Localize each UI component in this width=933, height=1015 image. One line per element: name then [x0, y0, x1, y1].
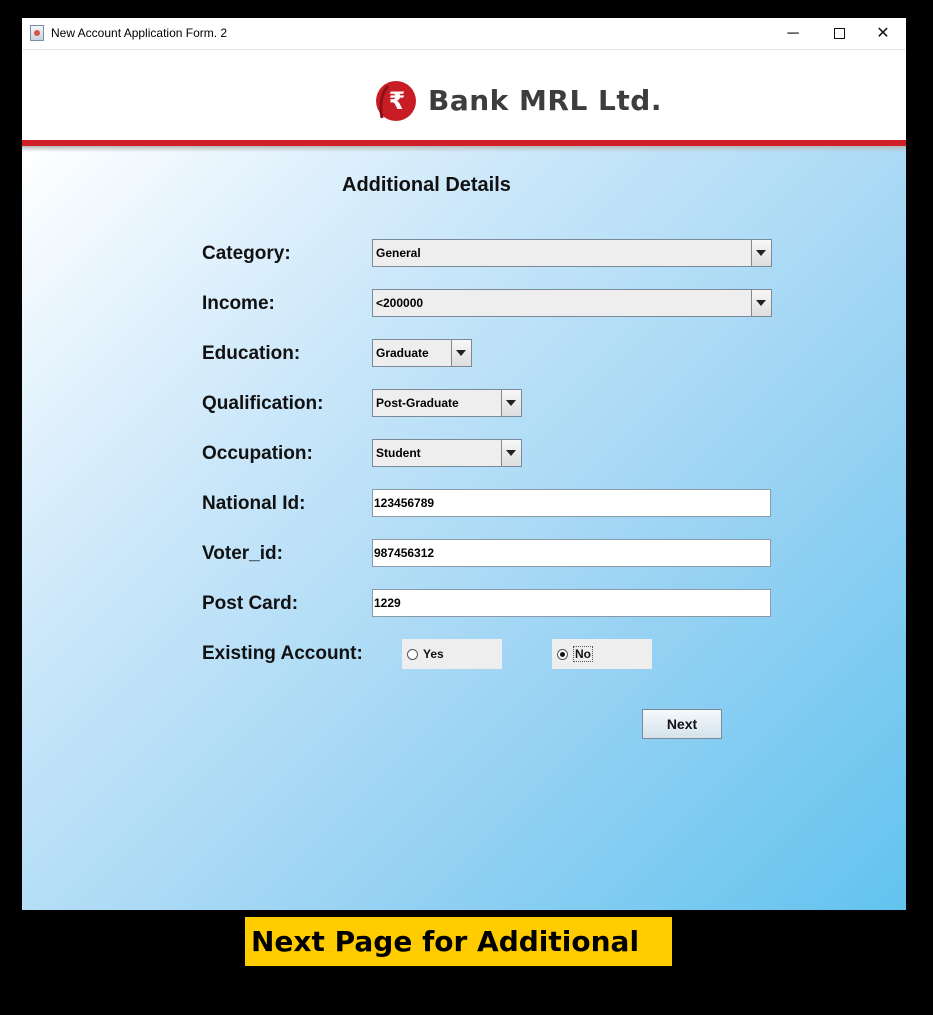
income-value: <200000: [376, 296, 424, 310]
category-dropdown[interactable]: General: [372, 239, 772, 267]
voter-id-input[interactable]: [373, 541, 764, 565]
education-label: Education:: [202, 343, 301, 364]
qualification-label: Qualification:: [202, 393, 324, 414]
voter-id-field[interactable]: [372, 539, 771, 567]
post-card-input[interactable]: [373, 591, 764, 615]
rupee-logo-icon: ₹: [376, 81, 416, 121]
qualification-value: Post-Graduate: [376, 396, 459, 410]
radio-unchecked-icon[interactable]: [407, 649, 418, 660]
occupation-value: Student: [376, 446, 421, 460]
income-label: Income:: [202, 293, 275, 314]
existing-account-yes-radio[interactable]: Yes: [402, 639, 502, 669]
chevron-down-icon[interactable]: [501, 440, 521, 466]
radio-checked-icon[interactable]: [557, 649, 568, 660]
java-app-icon: [30, 25, 44, 41]
application-window: New Account Application Form. 2 ─ ✕ ₹ Ba…: [22, 18, 906, 910]
category-value: General: [376, 246, 421, 260]
next-button[interactable]: Next: [642, 709, 722, 739]
svg-text:₹: ₹: [389, 87, 406, 115]
maximize-button[interactable]: [816, 18, 862, 49]
chevron-down-icon[interactable]: [751, 290, 771, 316]
close-button[interactable]: ✕: [860, 18, 906, 49]
income-dropdown[interactable]: <200000: [372, 289, 772, 317]
title-bar: New Account Application Form. 2 ─ ✕: [22, 18, 906, 50]
yes-option-label: Yes: [423, 647, 444, 661]
national-id-label: National Id:: [202, 493, 306, 514]
chevron-down-icon[interactable]: [751, 240, 771, 266]
national-id-input[interactable]: [373, 491, 764, 515]
existing-account-label: Existing Account:: [202, 643, 363, 664]
no-option-label: No: [573, 646, 593, 662]
chevron-down-icon[interactable]: [451, 340, 471, 366]
education-value: Graduate: [376, 346, 429, 360]
chevron-down-icon[interactable]: [501, 390, 521, 416]
occupation-label: Occupation:: [202, 443, 313, 464]
caption-banner: Next Page for Additional info: [245, 917, 672, 1007]
divider-shadow: [22, 146, 906, 152]
bank-header: ₹ Bank MRL Ltd.: [22, 50, 906, 140]
minimize-button[interactable]: ─: [770, 18, 816, 49]
post-card-field[interactable]: [372, 589, 771, 617]
post-card-label: Post Card:: [202, 593, 299, 614]
education-dropdown[interactable]: Graduate: [372, 339, 472, 367]
category-label: Category:: [202, 243, 291, 264]
occupation-dropdown[interactable]: Student: [372, 439, 522, 467]
national-id-field[interactable]: [372, 489, 771, 517]
bank-name: Bank MRL Ltd.: [428, 84, 662, 117]
form-heading: Additional Details: [342, 174, 511, 196]
maximize-icon: [833, 28, 845, 40]
existing-account-no-radio[interactable]: No: [552, 639, 652, 669]
voter-id-label: Voter_id:: [202, 543, 283, 564]
qualification-dropdown[interactable]: Post-Graduate: [372, 389, 522, 417]
window-title: New Account Application Form. 2: [51, 26, 228, 40]
